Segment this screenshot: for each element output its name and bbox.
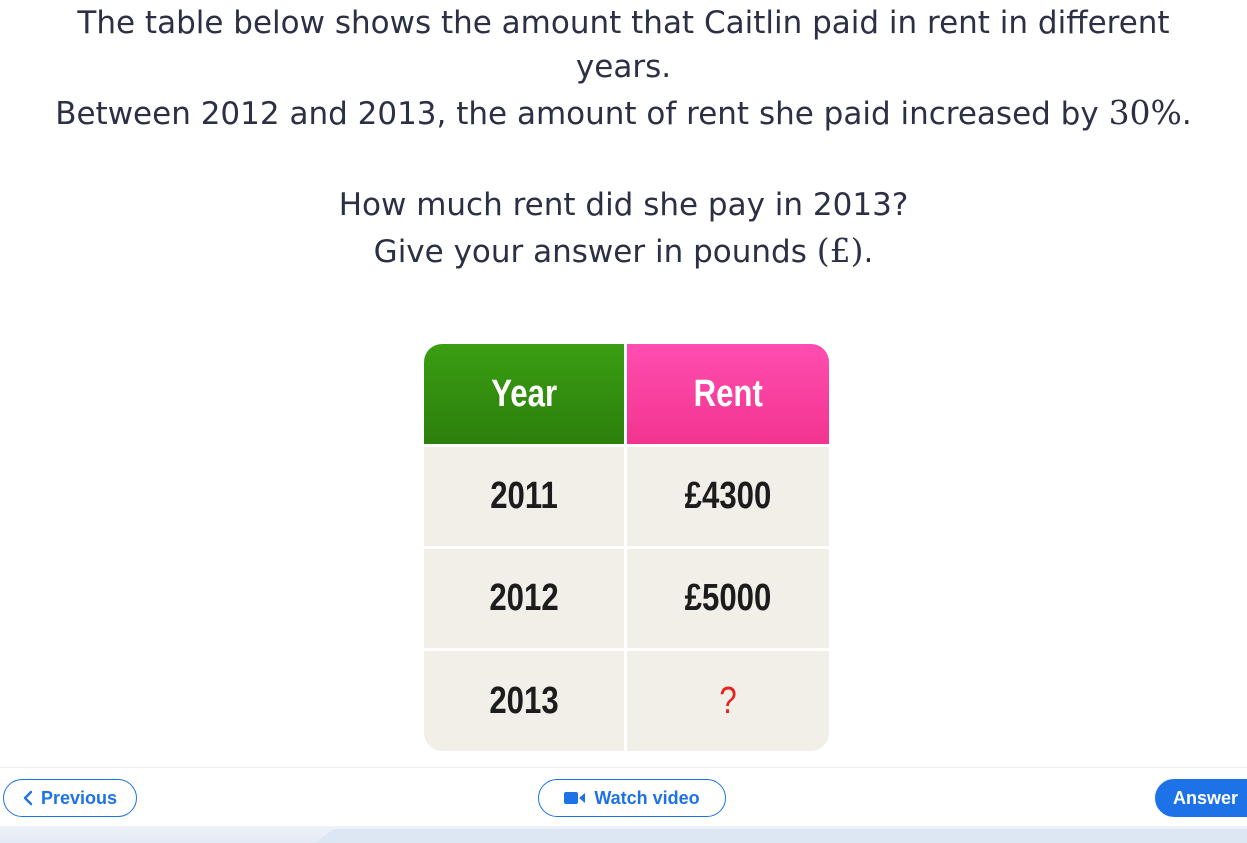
question-line-3-text: Between 2012 and 2013, the amount of ren… [55, 96, 1109, 132]
footer-divider [0, 767, 1247, 768]
percent-value: 30% [1108, 93, 1182, 132]
column-divider [624, 651, 627, 751]
rent-2013-unknown: ? [719, 679, 737, 722]
column-divider [624, 549, 627, 648]
question-line-3-end: . [1181, 96, 1192, 132]
question-line-5: Give your answer in pounds (£). [0, 228, 1247, 275]
previous-label: Previous [40, 787, 118, 808]
question-line-3: Between 2012 and 2013, the amount of ren… [0, 90, 1247, 137]
year-2012: 2012 [489, 577, 559, 619]
answer-button[interactable]: Answer [1155, 779, 1247, 817]
rent-2012: £5000 [684, 577, 772, 619]
header-rent-cell: Rent [627, 344, 829, 444]
rent-table: Year Rent 2011 £4300 2012 £5000 2013 ? [424, 344, 829, 751]
question-line-4: How much rent did she pay in 2013? [338, 187, 909, 223]
chevron-left-icon [23, 790, 33, 806]
question-line-5-end: . [863, 234, 874, 270]
question-line-5-text: Give your answer in pounds [373, 234, 817, 270]
watch-video-button[interactable]: Watch video [538, 779, 726, 817]
question-page: The table below shows the amount that Ca… [0, 0, 1247, 843]
year-2013: 2013 [489, 679, 559, 722]
previous-button[interactable]: Previous [3, 779, 137, 817]
rent-2011: £4300 [684, 475, 772, 517]
header-rent: Rent [693, 372, 763, 415]
question-line-1: The table below shows the amount that Ca… [77, 5, 1170, 41]
pounds-symbol: (£) [816, 231, 864, 270]
video-camera-icon [564, 791, 586, 805]
answer-label: Answer [1173, 787, 1239, 808]
header-year-cell: Year [424, 344, 624, 444]
footer-band-accent [315, 829, 1247, 843]
watch-video-label: Watch video [594, 787, 700, 808]
header-year: Year [491, 372, 557, 415]
question-line-2: years. [575, 49, 672, 85]
column-divider [624, 447, 627, 546]
year-2011: 2011 [490, 475, 558, 517]
